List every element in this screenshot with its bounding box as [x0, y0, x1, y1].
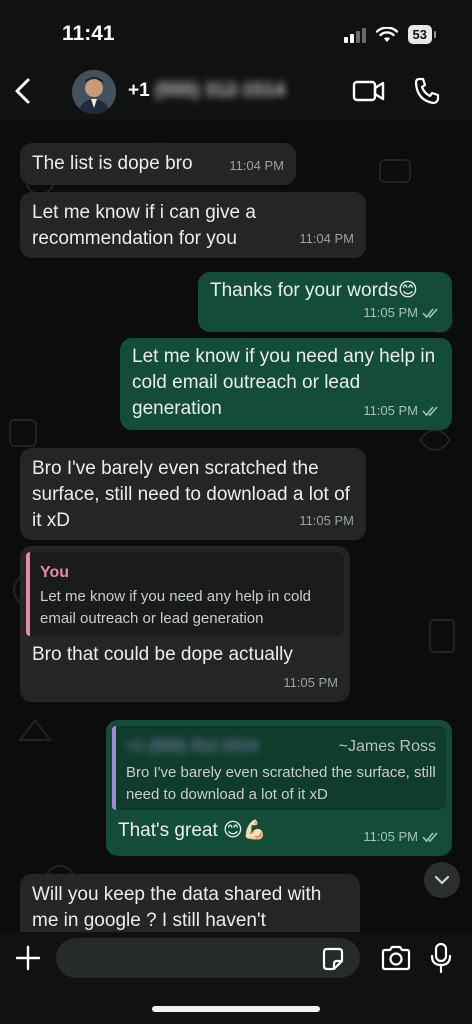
contact-prefix: +1 — [128, 80, 150, 101]
quote-author-name: ~James Ross — [338, 738, 436, 755]
message-outgoing[interactable]: Thanks for your words😊 11:05 PM — [198, 272, 452, 332]
double-check-icon — [422, 406, 438, 417]
message-incoming[interactable]: The list is dope bro 11:04 PM — [20, 143, 296, 185]
cellular-signal-icon — [343, 27, 366, 43]
message-time: 11:05 PM — [283, 675, 338, 690]
video-call-icon[interactable] — [352, 78, 386, 104]
message-time: 11:05 PM — [363, 824, 440, 850]
chevron-down-icon — [434, 875, 450, 885]
quote-text: Bro I've barely even scratched the surfa… — [126, 764, 436, 803]
message-text: Let me know if i can give a recommendati… — [32, 202, 256, 249]
avatar[interactable] — [72, 70, 116, 114]
contact-number-blurred: (555) 312-1514 — [154, 80, 285, 101]
message-outgoing[interactable]: Let me know if you need any help in cold… — [120, 338, 452, 430]
composer-bar — [0, 932, 472, 1024]
quote-text: Let me know if you need any help in cold… — [40, 588, 312, 627]
chat-area[interactable]: The list is dope bro 11:04 PM Let me kno… — [0, 120, 472, 932]
double-check-icon — [422, 832, 438, 843]
status-icons: 53 — [343, 25, 437, 44]
status-time: 11:41 — [62, 22, 115, 45]
quoted-message[interactable]: +1 (555) 312-1514 ~James Ross Bro I've b… — [112, 726, 446, 810]
message-time: 11:05 PM — [363, 398, 440, 424]
scroll-to-bottom-button[interactable] — [424, 862, 460, 898]
message-text: Bro that could be dope actually — [32, 644, 293, 665]
message-input[interactable] — [56, 938, 360, 978]
message-time: 11:05 PM — [299, 513, 354, 528]
battery-indicator: 53 — [407, 25, 437, 44]
message-time: 11:04 PM — [229, 158, 284, 173]
message-incoming[interactable]: Bro I've barely even scratched the surfa… — [20, 448, 366, 540]
message-text: Will you keep the data shared with me in… — [32, 884, 322, 931]
sticker-icon[interactable] — [320, 946, 346, 972]
camera-icon[interactable] — [380, 944, 412, 972]
double-check-icon — [422, 308, 438, 319]
message-outgoing-reply[interactable]: +1 (555) 312-1514 ~James Ross Bro I've b… — [106, 720, 452, 856]
message-incoming[interactable]: Let me know if i can give a recommendati… — [20, 192, 366, 258]
chat-header: +1 (555) 312-1514 — [0, 62, 472, 120]
wifi-icon — [375, 26, 398, 42]
quote-author: You — [40, 564, 70, 581]
back-chevron-icon[interactable] — [10, 76, 36, 106]
status-bar: 11:41 53 — [0, 0, 472, 62]
message-time: 11:05 PM — [363, 300, 440, 326]
plus-icon[interactable] — [14, 944, 42, 972]
message-incoming-reply[interactable]: You Let me know if you need any help in … — [20, 546, 350, 702]
message-time: 11:04 PM — [299, 231, 354, 246]
quoted-message[interactable]: You Let me know if you need any help in … — [26, 552, 344, 636]
contact-name[interactable]: +1 (555) 312-1514 — [128, 80, 285, 102]
home-indicator — [152, 1006, 320, 1012]
message-incoming[interactable]: Will you keep the data shared with me in… — [20, 874, 360, 932]
microphone-icon[interactable] — [430, 942, 452, 974]
quote-author-number-blurred: +1 (555) 312-1514 — [126, 738, 259, 755]
phone-icon[interactable] — [413, 76, 441, 106]
